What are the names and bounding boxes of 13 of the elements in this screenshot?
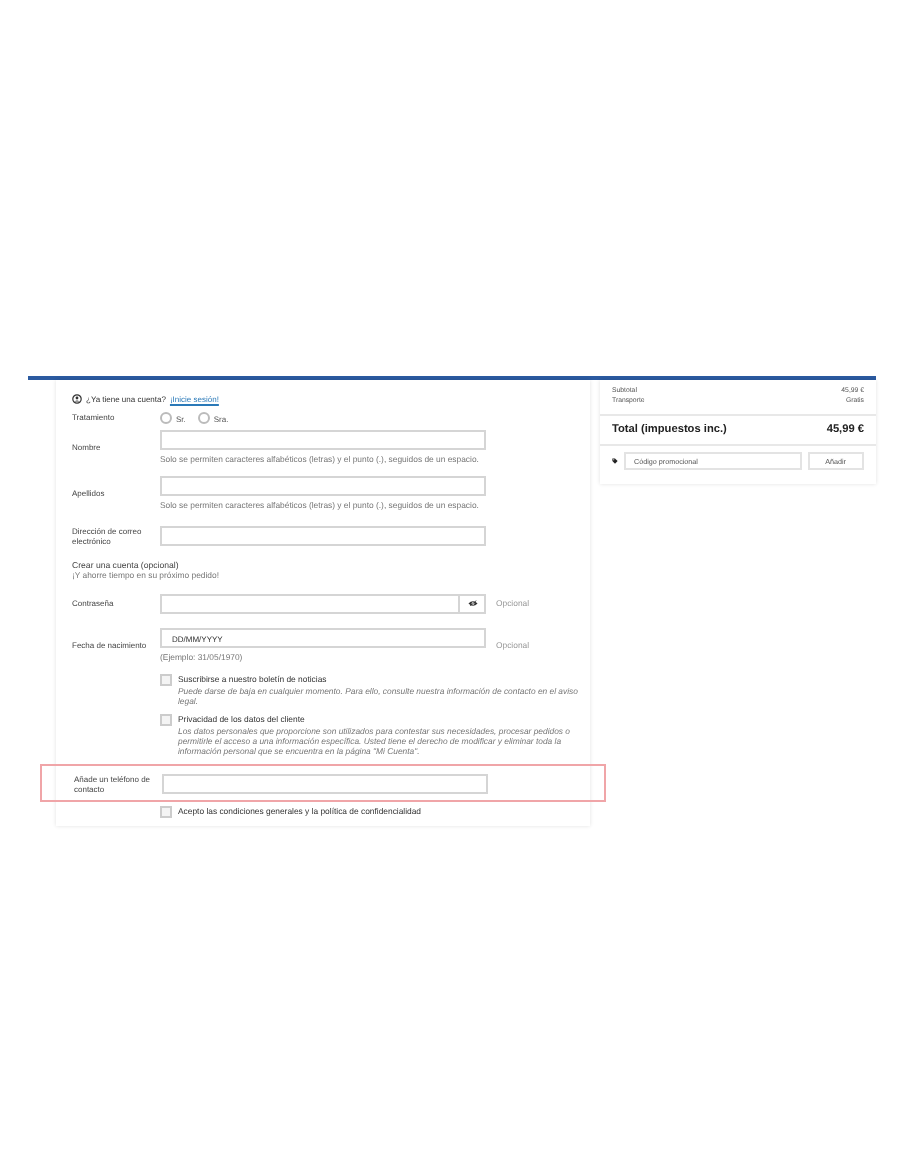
checkbox[interactable]: [160, 674, 172, 686]
radio-button[interactable]: [197, 412, 210, 424]
user-icon: [72, 394, 82, 404]
tag-icon: [612, 458, 618, 464]
password-field[interactable]: [160, 593, 486, 613]
eye-icon[interactable]: [467, 599, 477, 607]
checkbox[interactable]: [160, 806, 172, 818]
radio-button[interactable]: [160, 412, 172, 424]
input-field[interactable]: [162, 773, 488, 793]
input-field[interactable]: [160, 476, 486, 496]
input-field[interactable]: [160, 525, 486, 545]
input-field[interactable]: [160, 430, 486, 450]
checkbox[interactable]: [160, 714, 172, 726]
